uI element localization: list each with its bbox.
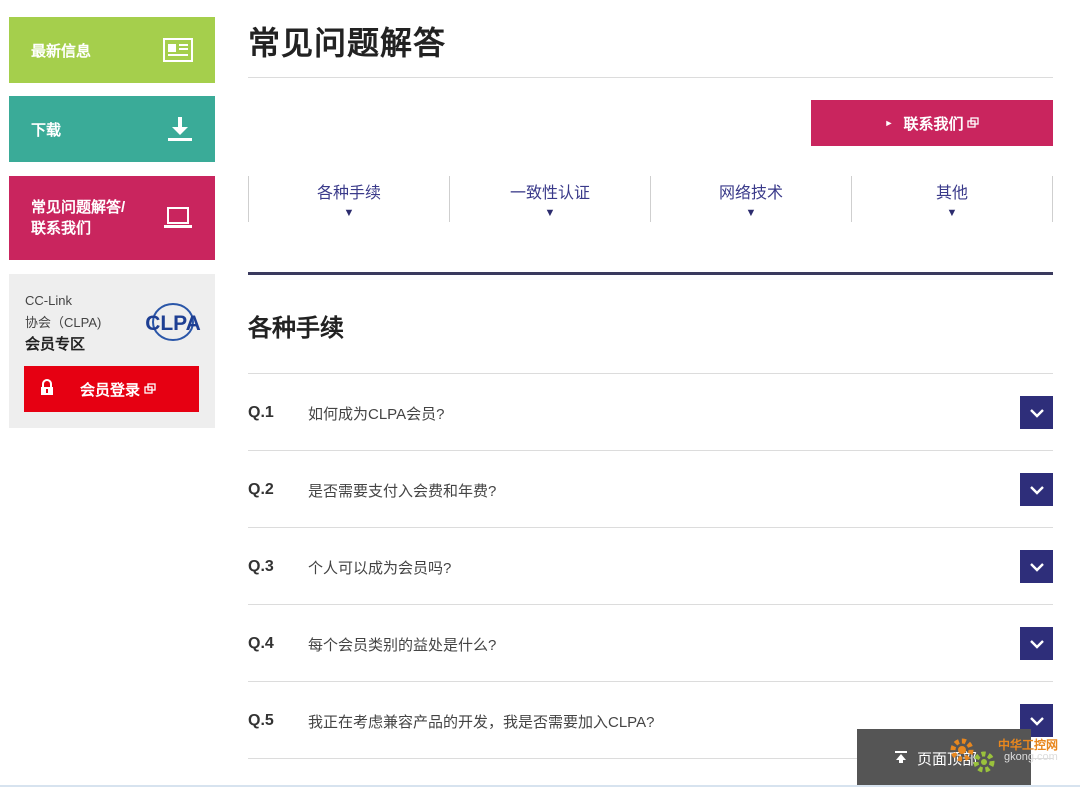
sidebar-news-label: 最新信息 <box>31 42 92 60</box>
faq-question: 是否需要支付入会费和年费? <box>308 483 497 500</box>
triangle-down-icon: ▼ <box>343 207 355 219</box>
faq-number: Q.2 <box>248 481 274 498</box>
category-nav: 各种手续 ▼ 一致性认证 ▼ 网络技术 ▼ 其他 ▼ <box>248 176 1053 222</box>
sidebar-news-tile[interactable]: 最新信息 <box>9 17 215 83</box>
page-title: 常见问题解答 <box>248 25 447 61</box>
chevron-down-icon[interactable] <box>1020 473 1053 506</box>
faq-item[interactable]: Q.3 个人可以成为会员吗? <box>248 527 1053 604</box>
category-tab-procedures[interactable]: 各种手续 ▼ <box>248 176 449 222</box>
category-label: 各种手续 <box>316 185 381 202</box>
sidebar-download-label: 下载 <box>31 121 62 139</box>
category-label: 其他 <box>935 185 968 202</box>
lock-icon <box>40 378 54 400</box>
faq-question: 每个会员类别的益处是什么? <box>308 637 497 654</box>
clpa-logo: CLPA <box>139 300 207 344</box>
faq-number: Q.4 <box>248 635 274 652</box>
download-icon <box>167 116 193 142</box>
chevron-down-icon[interactable] <box>1020 396 1053 429</box>
triangle-down-icon: ▼ <box>544 207 556 219</box>
laptop-icon <box>163 206 193 230</box>
title-divider <box>248 77 1053 78</box>
member-login-button[interactable]: 会员登录 <box>24 366 199 412</box>
member-area-panel: CC-Link 协会（CLPA) 会员专区 CLPA 会员登录 <box>9 274 215 428</box>
contact-us-button[interactable]: ► 联系我们 <box>811 100 1053 146</box>
faq-item[interactable]: Q.1 如何成为CLPA会员? <box>248 373 1053 450</box>
faq-question: 个人可以成为会员吗? <box>308 560 452 577</box>
faq-number: Q.1 <box>248 404 274 421</box>
external-link-icon <box>144 381 156 398</box>
faq-item[interactable]: Q.4 每个会员类别的益处是什么? <box>248 604 1053 681</box>
newspaper-icon <box>163 38 193 62</box>
section-divider <box>248 272 1053 275</box>
contact-us-label: 联系我们 <box>903 115 964 133</box>
member-login-label: 会员登录 <box>80 381 141 399</box>
arrow-up-icon <box>895 750 907 767</box>
faq-number: Q.5 <box>248 712 274 729</box>
watermark: 中华工控网 gkong.com <box>946 734 1076 778</box>
category-tab-other[interactable]: 其他 ▼ <box>851 176 1053 222</box>
sidebar-faq-label: 常见问题解答/ 联系我们 <box>31 199 126 237</box>
triangle-down-icon: ▼ <box>946 207 958 219</box>
category-tab-conformance[interactable]: 一致性认证 ▼ <box>449 176 650 222</box>
category-label: 网络技术 <box>718 185 783 202</box>
chevron-down-icon[interactable] <box>1020 627 1053 660</box>
svg-text:CLPA: CLPA <box>145 312 201 335</box>
category-tab-network-tech[interactable]: 网络技术 ▼ <box>650 176 851 222</box>
sidebar-download-tile[interactable]: 下载 <box>9 96 215 162</box>
chevron-down-icon[interactable] <box>1020 550 1053 583</box>
section-title: 各种手续 <box>248 315 344 342</box>
faq-number: Q.3 <box>248 558 274 575</box>
triangle-down-icon: ▼ <box>745 207 757 219</box>
watermark-line2: gkong.com <box>1004 751 1058 763</box>
category-label: 一致性认证 <box>509 185 590 202</box>
gear-icon <box>950 738 995 773</box>
faq-list: Q.1 如何成为CLPA会员? Q.2 是否需要支付入会费和年费? Q.3 个人… <box>248 373 1053 759</box>
faq-item[interactable]: Q.2 是否需要支付入会费和年费? <box>248 450 1053 527</box>
sidebar-faq-contact-tile[interactable]: 常见问题解答/ 联系我们 <box>9 176 215 260</box>
faq-question: 如何成为CLPA会员? <box>308 406 445 423</box>
faq-question: 我正在考虑兼容产品的开发，我是否需要加入CLPA? <box>308 714 655 731</box>
external-link-icon <box>967 115 980 132</box>
play-icon: ► <box>884 118 894 128</box>
